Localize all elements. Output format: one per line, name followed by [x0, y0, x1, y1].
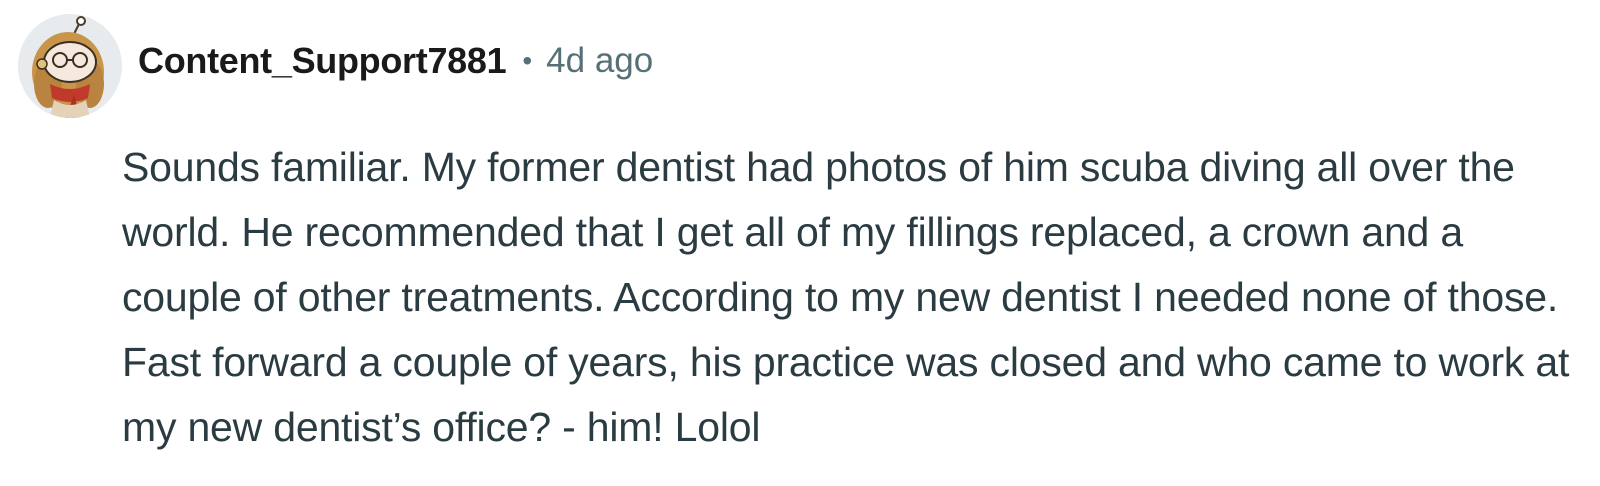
comment: Content_Support7881 • 4d ago Sounds fami… [0, 0, 1600, 486]
timestamp[interactable]: 4d ago [546, 41, 653, 81]
reddit-snoo-avatar-icon [18, 14, 122, 118]
meta-separator: • [522, 45, 533, 76]
comment-header: Content_Support7881 • 4d ago [18, 14, 653, 118]
username-link[interactable]: Content_Support7881 [138, 40, 507, 82]
user-avatar[interactable] [18, 14, 122, 118]
comment-meta: Content_Support7881 • 4d ago [138, 40, 653, 82]
comment-body: Sounds familiar. My former dentist had p… [122, 144, 1570, 450]
